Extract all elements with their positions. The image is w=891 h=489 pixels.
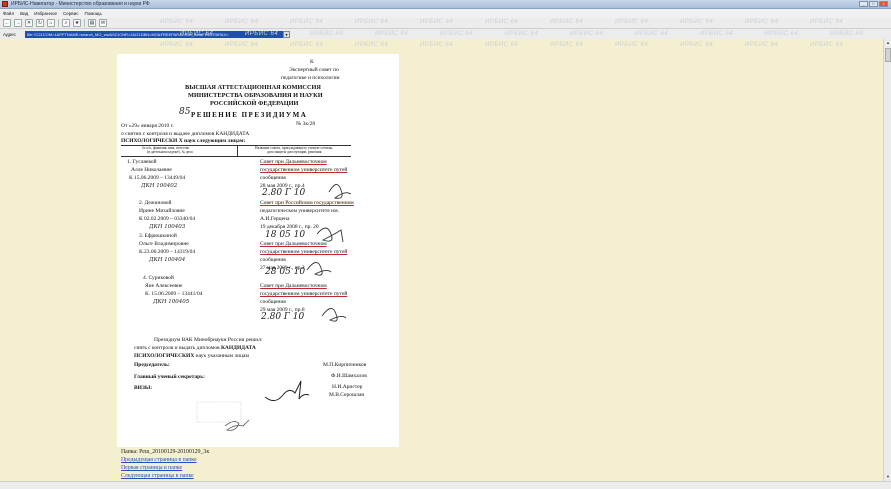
watermark-text: ИРБИС 64 (420, 19, 454, 25)
watermark-text: ИРБИС 64 (550, 19, 584, 25)
folder-label: Папка: Реш_20100129-20100129_3к (121, 449, 210, 455)
first-page-link[interactable]: Первая страница в папке (121, 465, 182, 471)
watermark-text: ИРБИС 64 (615, 19, 649, 25)
toolbar-separator (58, 19, 59, 27)
menu-view[interactable]: Вид (20, 11, 28, 16)
watermark-text: ИРБИС 64 (615, 42, 649, 48)
next-page-link[interactable]: Следующая страница в папке (121, 473, 194, 479)
watermark-text: ИРБИС 64 (245, 31, 279, 37)
address-label: Адрес (3, 31, 16, 37)
watermark-text: ИРБИС 64 (160, 19, 194, 25)
watermark-text: ИРБИС 64 (225, 42, 259, 48)
watermark-text: ИРБИС 64 (745, 19, 779, 25)
menu-favorites[interactable]: Избранное (34, 11, 57, 16)
window-controls: _ □ × (859, 1, 888, 7)
watermark-text: ИРБИС 64 (570, 31, 604, 37)
search-icon[interactable]: ⌕ (62, 19, 70, 27)
refresh-icon[interactable]: ↻ (36, 19, 44, 27)
watermark-text: ИРБИС 64 (830, 31, 864, 37)
watermark-text: ИРБИС 64 (485, 19, 519, 25)
presidium-line: Президиум ВАК Минобрнауки России решил: (154, 337, 263, 343)
back-icon[interactable]: ← (3, 19, 11, 27)
visa-name: М.В.Серошлан (329, 392, 365, 398)
visa-label: ВИЗЫ: (134, 385, 153, 391)
watermark-text: ИРБИС 64 (635, 31, 669, 37)
watermark-text: ИРБИС 64 (485, 42, 519, 48)
watermark-text: ИРБИС 64 (225, 19, 259, 25)
forward-icon[interactable]: → (14, 19, 22, 27)
favorites-icon[interactable]: ★ (73, 19, 81, 27)
watermark-text: ИРБИС 64 (810, 42, 844, 48)
watermark-text: ИРБИС 64 (550, 42, 584, 48)
watermark-text: ИРБИС 64 (505, 31, 539, 37)
toolbar-separator (84, 19, 85, 27)
close-button[interactable]: × (879, 1, 888, 7)
watermark-text: ИРБИС 64 (680, 19, 714, 25)
visa-name: Н.И.Аристер (332, 384, 363, 390)
presidium-line: ПСИХОЛОГИЧЕСКИХ наук указанным лицам (134, 353, 249, 359)
vertical-scrollbar[interactable]: ▲ ▼ (883, 39, 891, 481)
watermark-text: ИРБИС 64 (290, 42, 324, 48)
document-page: К Экспертный совет по педагогике и психо… (117, 54, 399, 447)
watermark-text: ИРБИС 64 (765, 31, 799, 37)
watermark-text: ИРБИС 64 (375, 31, 409, 37)
menu-bar: Файл Вид Избранное Сервис Помощь (0, 9, 891, 18)
scrollbar-thumb[interactable] (885, 48, 891, 62)
menu-file[interactable]: Файл (3, 11, 14, 16)
home-icon[interactable]: ⌂ (47, 19, 55, 27)
presidium-line: снять с контроля и выдать дипломов КАНДИ… (134, 345, 256, 351)
status-bar (0, 481, 891, 489)
watermark-text: ИРБИС 64 (440, 31, 474, 37)
chair-label: Председатель: (134, 362, 170, 368)
watermark-text: ИРБИС 64 (310, 31, 344, 37)
mail-icon[interactable]: ✉ (99, 19, 107, 27)
watermark-text: ИРБИС 64 (700, 31, 734, 37)
watermark-text: ИРБИС 64 (355, 42, 389, 48)
watermark-text: ИРБИС 64 (355, 19, 389, 25)
watermark-text: ИРБИС 64 (420, 42, 454, 48)
chair-name: М.П.Кирпичников (323, 362, 367, 368)
secretary-label: Главный ученый секретарь: (134, 374, 205, 380)
scroll-down-icon[interactable]: ▼ (885, 474, 891, 480)
stop-icon[interactable]: ✕ (25, 19, 33, 27)
watermark-text: ИРБИС 64 (180, 31, 214, 37)
minimize-button[interactable]: _ (859, 1, 868, 7)
print-icon[interactable]: ▤ (88, 19, 96, 27)
window-titlebar: ИРБИС-Навигатор - Министерство образован… (0, 0, 891, 9)
maximize-button[interactable]: □ (869, 1, 878, 7)
watermark-text: ИРБИС 64 (745, 42, 779, 48)
chevron-down-icon[interactable]: ▾ (283, 30, 290, 38)
menu-help[interactable]: Помощь (84, 11, 101, 16)
watermark-text: ИРБИС 64 (680, 42, 714, 48)
scroll-up-icon[interactable]: ▲ (885, 40, 891, 46)
watermark-text: ИРБИС 64 (810, 19, 844, 25)
watermark-text: ИРБИС 64 (290, 19, 324, 25)
secretary-name: Ф.И.Шамхалов (331, 373, 367, 379)
previous-page-link[interactable]: Предыдущая страница в папке (121, 457, 197, 463)
window-title: ИРБИС-Навигатор - Министерство образован… (11, 1, 150, 7)
app-icon (2, 1, 8, 7)
watermark-text: ИРБИС 64 (160, 42, 194, 48)
menu-tools[interactable]: Сервис (63, 11, 78, 16)
